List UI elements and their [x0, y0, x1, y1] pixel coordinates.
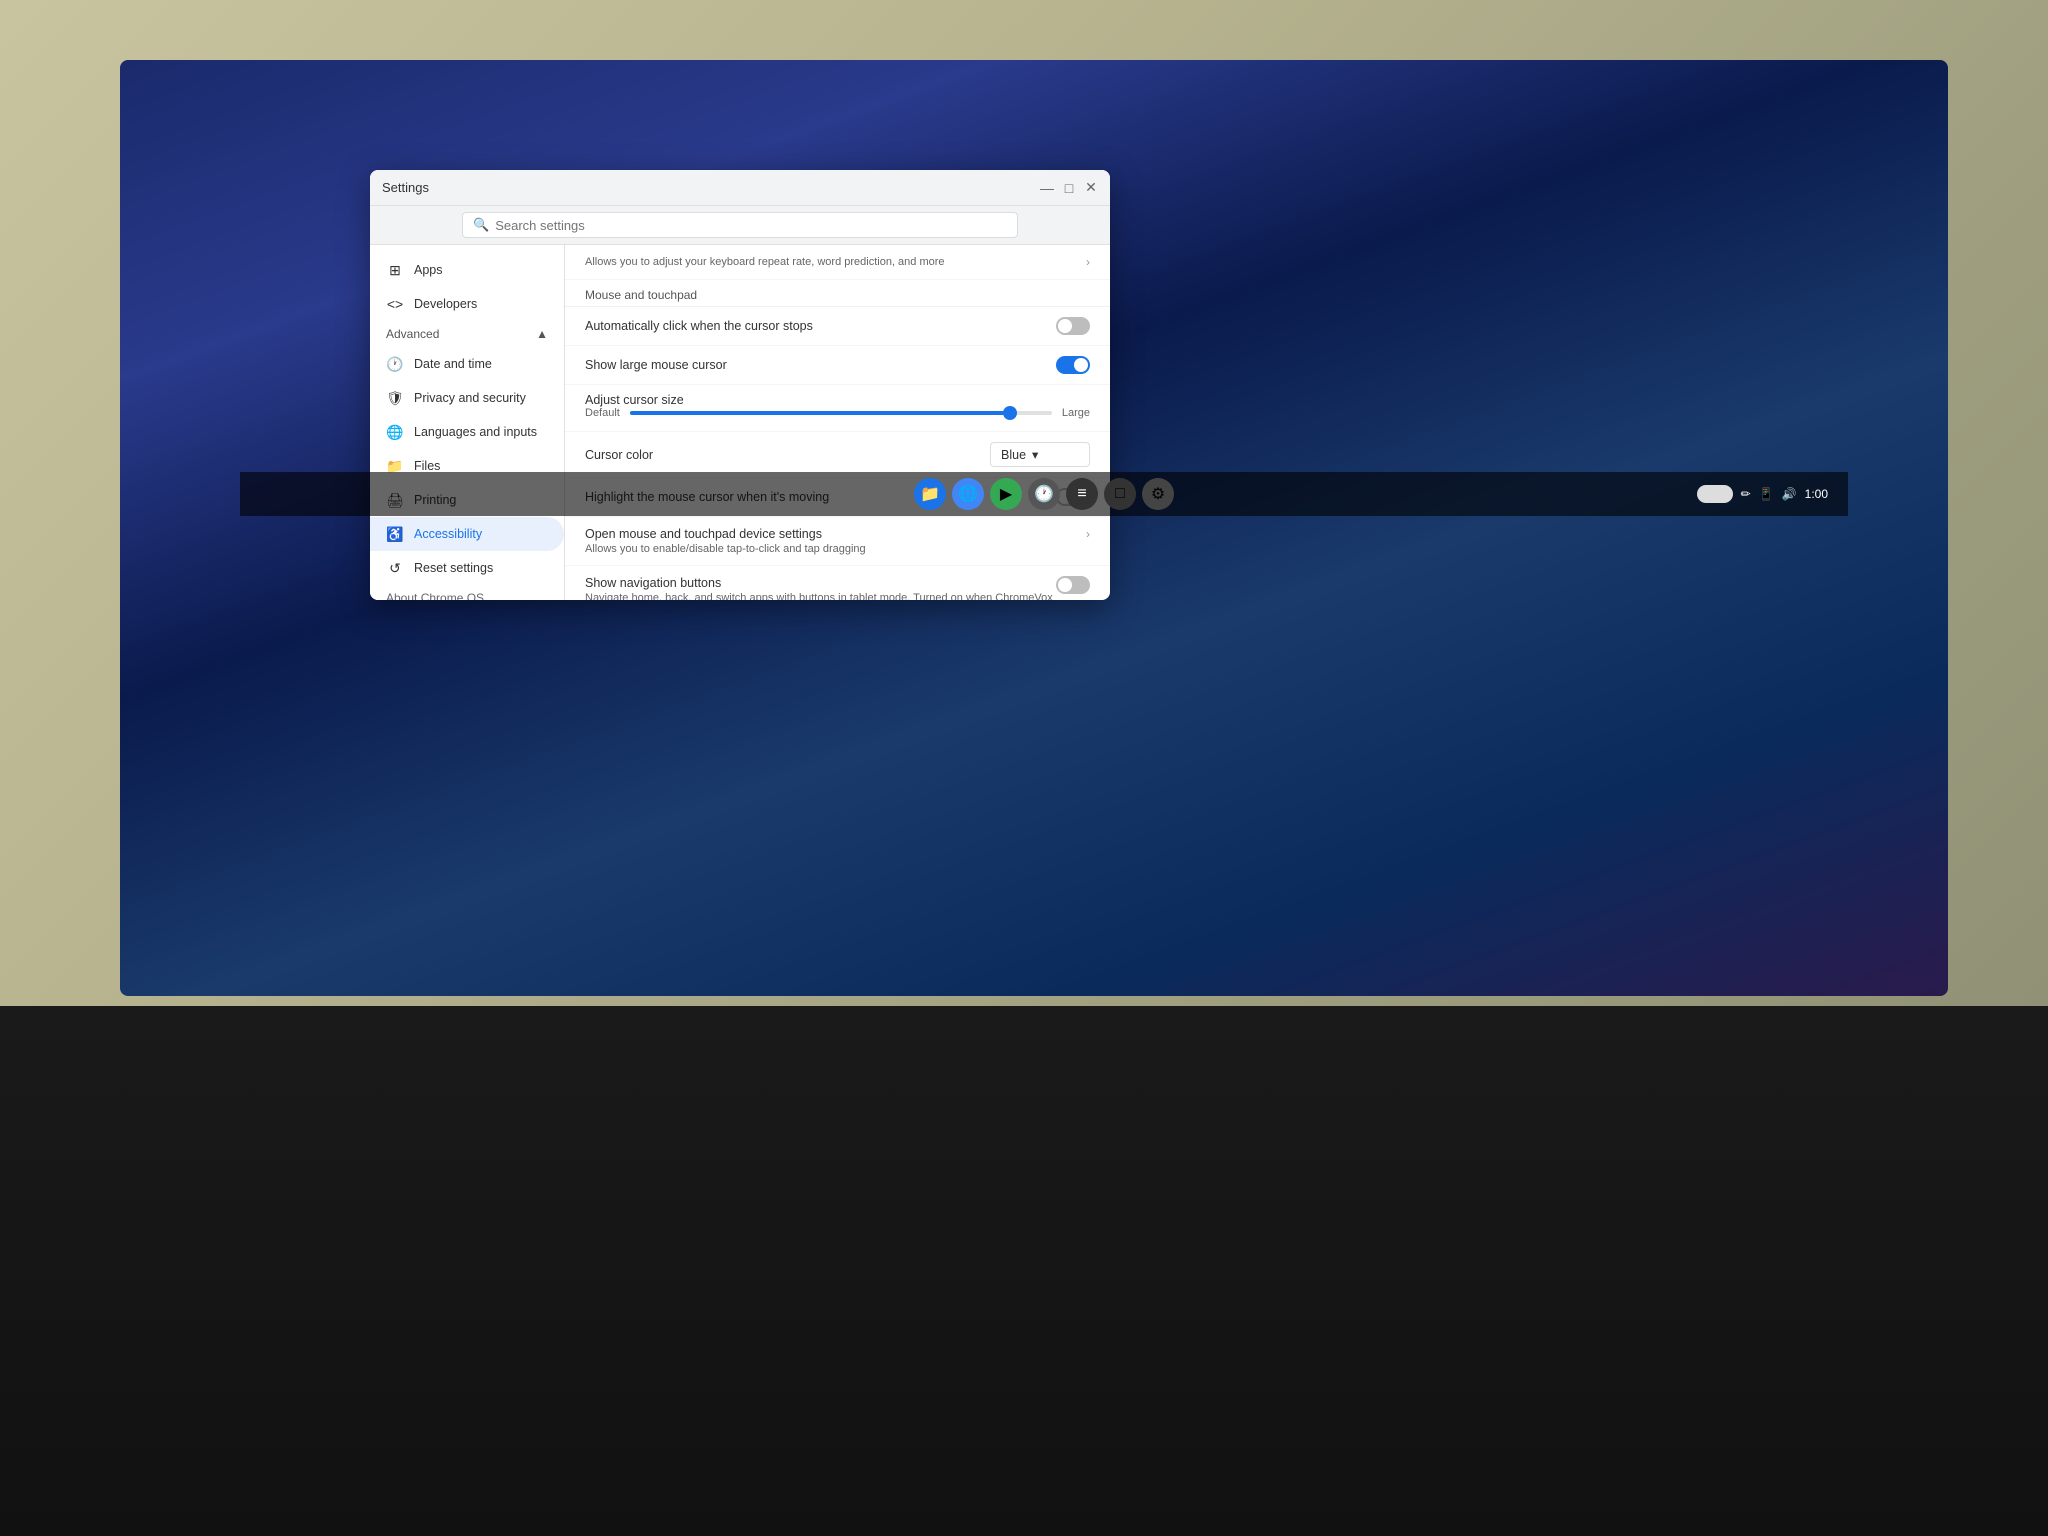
cursor-size-max-label: Large	[1062, 407, 1090, 419]
developers-icon: <>	[386, 295, 404, 313]
window-controls: — □ ✕	[1040, 181, 1098, 195]
taskbar-chrome-icon[interactable]: 🌐	[952, 478, 984, 510]
apps-icon: ⊞	[386, 261, 404, 279]
title-bar: Settings — □ ✕	[370, 170, 1110, 206]
mouse-device-row[interactable]: Open mouse and touchpad device settings …	[565, 517, 1110, 566]
sidebar-item-developers[interactable]: <> Developers	[370, 287, 564, 321]
nav-buttons-row: Show navigation buttons Navigate home, b…	[565, 566, 1110, 600]
content-pane: Allows you to adjust your keyboard repea…	[565, 245, 1110, 600]
search-input-wrapper[interactable]: 🔍	[462, 212, 1018, 238]
cursor-color-chevron-icon: ▾	[1032, 447, 1038, 462]
auto-click-toggle[interactable]	[1056, 317, 1090, 335]
sidebar-about-chrome[interactable]: About Chrome OS	[370, 585, 564, 600]
sidebar-item-files-label: Files	[414, 459, 440, 473]
mouse-section-header: Mouse and touchpad	[565, 280, 1110, 307]
tablet-icon[interactable]: 📱	[1759, 487, 1774, 501]
mouse-device-label-group: Open mouse and touchpad device settings …	[585, 527, 1086, 555]
cursor-size-label: Adjust cursor size	[585, 393, 684, 407]
taskbar: 📁 🌐 ▶ 🕐 ≡ □ ⚙ ✏ 📱 🔊 1:00	[240, 472, 1848, 516]
sidebar-item-accessibility[interactable]: ♿ Accessibility	[370, 517, 564, 551]
cursor-color-dropdown[interactable]: Blue ▾	[990, 442, 1090, 467]
sidebar-item-datetime-label: Date and time	[414, 357, 492, 371]
large-cursor-toggle[interactable]	[1056, 356, 1090, 374]
top-description: Allows you to adjust your keyboard repea…	[585, 256, 945, 268]
taskbar-system-tray: ✏ 📱 🔊 1:00	[1697, 485, 1828, 503]
cursor-size-slider-wrapper: Default Large	[585, 407, 1090, 419]
window-title: Settings	[382, 180, 429, 195]
sidebar-item-privacy-label: Privacy and security	[414, 391, 526, 405]
pencil-icon[interactable]: ✏	[1741, 487, 1751, 501]
cursor-size-fill	[630, 411, 1010, 415]
taskbar-files-icon[interactable]: 📁	[914, 478, 946, 510]
cursor-color-label: Cursor color	[585, 448, 653, 462]
auto-click-row: Automatically click when the cursor stop…	[565, 307, 1110, 346]
nav-buttons-label: Show navigation buttons	[585, 576, 1056, 590]
keyboard-area	[0, 1006, 2048, 1536]
clock-display: 1:00	[1805, 487, 1828, 501]
search-input[interactable]	[495, 218, 1007, 233]
sidebar-advanced-section[interactable]: Advanced ▲	[370, 321, 564, 347]
mouse-device-chevron-icon: ›	[1086, 527, 1090, 541]
cursor-size-slider[interactable]	[630, 411, 1052, 415]
nav-buttons-sublabel: Navigate home, back, and switch apps wit…	[585, 592, 1056, 600]
sidebar-item-languages-label: Languages and inputs	[414, 425, 537, 439]
nav-buttons-label-group: Show navigation buttons Navigate home, b…	[585, 576, 1056, 600]
mouse-device-sublabel: Allows you to enable/disable tap-to-clic…	[585, 543, 1086, 555]
sidebar-item-accessibility-label: Accessibility	[414, 527, 482, 541]
sidebar-item-apps[interactable]: ⊞ Apps	[370, 253, 564, 287]
datetime-icon: 🕐	[386, 355, 404, 373]
advanced-chevron-icon: ▲	[536, 327, 548, 341]
cursor-color-value: Blue	[1001, 448, 1026, 462]
reset-icon: ↺	[386, 559, 404, 577]
advanced-label: Advanced	[386, 327, 439, 341]
toggle-widget[interactable]	[1697, 485, 1733, 503]
privacy-icon: 🛡	[386, 389, 404, 407]
cursor-size-min-label: Default	[585, 407, 620, 419]
taskbar-clock-icon[interactable]: 🕐	[1028, 478, 1060, 510]
sidebar: ⊞ Apps <> Developers Advanced ▲ 🕐 Date a…	[370, 245, 565, 600]
cursor-size-row: Adjust cursor size Default Large	[565, 385, 1110, 432]
taskbar-docs-icon[interactable]: ≡	[1066, 478, 1098, 510]
sidebar-item-privacy[interactable]: 🛡 Privacy and security	[370, 381, 564, 415]
top-description-row: Allows you to adjust your keyboard repea…	[565, 245, 1110, 280]
search-icon: 🔍	[473, 217, 489, 233]
sidebar-item-apps-label: Apps	[414, 263, 443, 277]
main-content: ⊞ Apps <> Developers Advanced ▲ 🕐 Date a…	[370, 245, 1110, 600]
sidebar-item-developers-label: Developers	[414, 297, 477, 311]
taskbar-settings-icon[interactable]: ⚙	[1142, 478, 1174, 510]
sidebar-item-reset[interactable]: ↺ Reset settings	[370, 551, 564, 585]
accessibility-icon: ♿	[386, 525, 404, 543]
sidebar-item-languages[interactable]: 🌐 Languages and inputs	[370, 415, 564, 449]
large-cursor-row: Show large mouse cursor	[565, 346, 1110, 385]
sound-icon[interactable]: 🔊	[1782, 487, 1797, 501]
cursor-size-thumb[interactable]	[1003, 406, 1017, 420]
sidebar-item-reset-label: Reset settings	[414, 561, 493, 575]
close-button[interactable]: ✕	[1084, 181, 1098, 195]
minimize-button[interactable]: —	[1040, 181, 1054, 195]
taskbar-window-icon[interactable]: □	[1104, 478, 1136, 510]
mouse-device-label: Open mouse and touchpad device settings	[585, 527, 1086, 541]
settings-window: Settings — □ ✕ 🔍 ⊞ Apps	[370, 170, 1110, 600]
sidebar-item-datetime[interactable]: 🕐 Date and time	[370, 347, 564, 381]
search-bar: 🔍	[370, 206, 1110, 245]
nav-buttons-toggle[interactable]	[1056, 576, 1090, 594]
auto-click-label: Automatically click when the cursor stop…	[585, 319, 813, 333]
taskbar-play-icon[interactable]: ▶	[990, 478, 1022, 510]
laptop-screen: Settings — □ ✕ 🔍 ⊞ Apps	[120, 60, 1948, 996]
large-cursor-label: Show large mouse cursor	[585, 358, 727, 372]
maximize-button[interactable]: □	[1062, 181, 1076, 195]
languages-icon: 🌐	[386, 423, 404, 441]
top-description-chevron-icon: ›	[1086, 255, 1090, 269]
